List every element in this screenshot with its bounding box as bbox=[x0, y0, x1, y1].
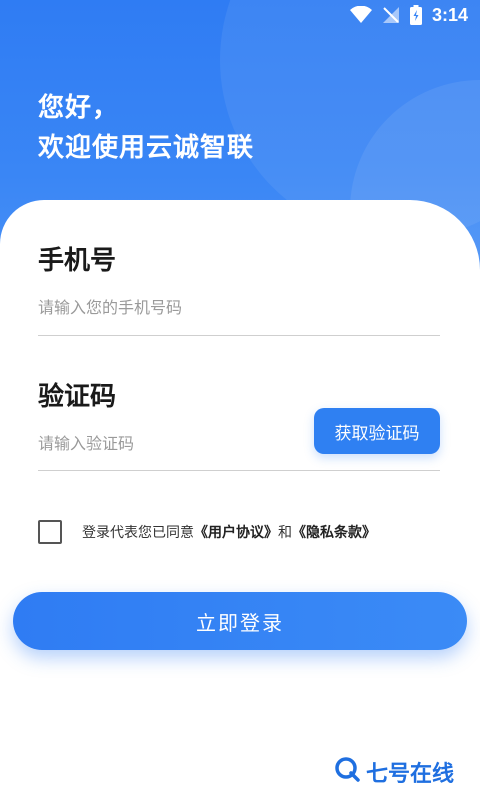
code-label: 验证码 bbox=[38, 382, 117, 412]
agreement-text: 登录代表您已同意《用户协议》和《隐私条款》 bbox=[82, 522, 376, 542]
privacy-terms-link[interactable]: 《隐私条款》 bbox=[292, 525, 376, 541]
agreement-row: 登录代表您已同意《用户协议》和《隐私条款》 bbox=[38, 520, 376, 544]
phone-divider bbox=[38, 335, 440, 336]
status-time: 3:14 bbox=[431, 4, 468, 25]
login-button[interactable]: 立即登录 bbox=[13, 592, 467, 650]
get-code-button[interactable]: 获取验证码 bbox=[314, 408, 440, 454]
welcome-greeting: 您好， 欢迎使用云诚智联 bbox=[38, 88, 254, 168]
status-bar: 3:14 bbox=[0, 0, 480, 30]
wifi-icon bbox=[349, 6, 372, 24]
code-input[interactable] bbox=[38, 426, 298, 460]
login-card: 手机号 验证码 获取验证码 登录代表您已同意《用户协议》和《隐私条款》 立即登录 bbox=[0, 200, 480, 800]
greeting-line-1: 您好， bbox=[38, 93, 120, 123]
code-divider bbox=[38, 470, 440, 471]
agreement-and: 和 bbox=[278, 525, 292, 541]
agreement-prefix: 登录代表您已同意 bbox=[82, 525, 194, 541]
agreement-checkbox[interactable] bbox=[38, 520, 62, 544]
watermark: 七号在线 bbox=[334, 756, 454, 788]
phone-input[interactable] bbox=[38, 290, 440, 324]
greeting-line-2: 欢迎使用云诚智联 bbox=[38, 133, 255, 163]
user-agreement-link[interactable]: 《用户协议》 bbox=[194, 525, 278, 541]
watermark-text: 七号在线 bbox=[366, 762, 455, 787]
battery-icon bbox=[409, 5, 422, 25]
search-q-icon bbox=[334, 756, 360, 788]
phone-label: 手机号 bbox=[38, 246, 117, 276]
no-signal-icon bbox=[382, 6, 400, 24]
